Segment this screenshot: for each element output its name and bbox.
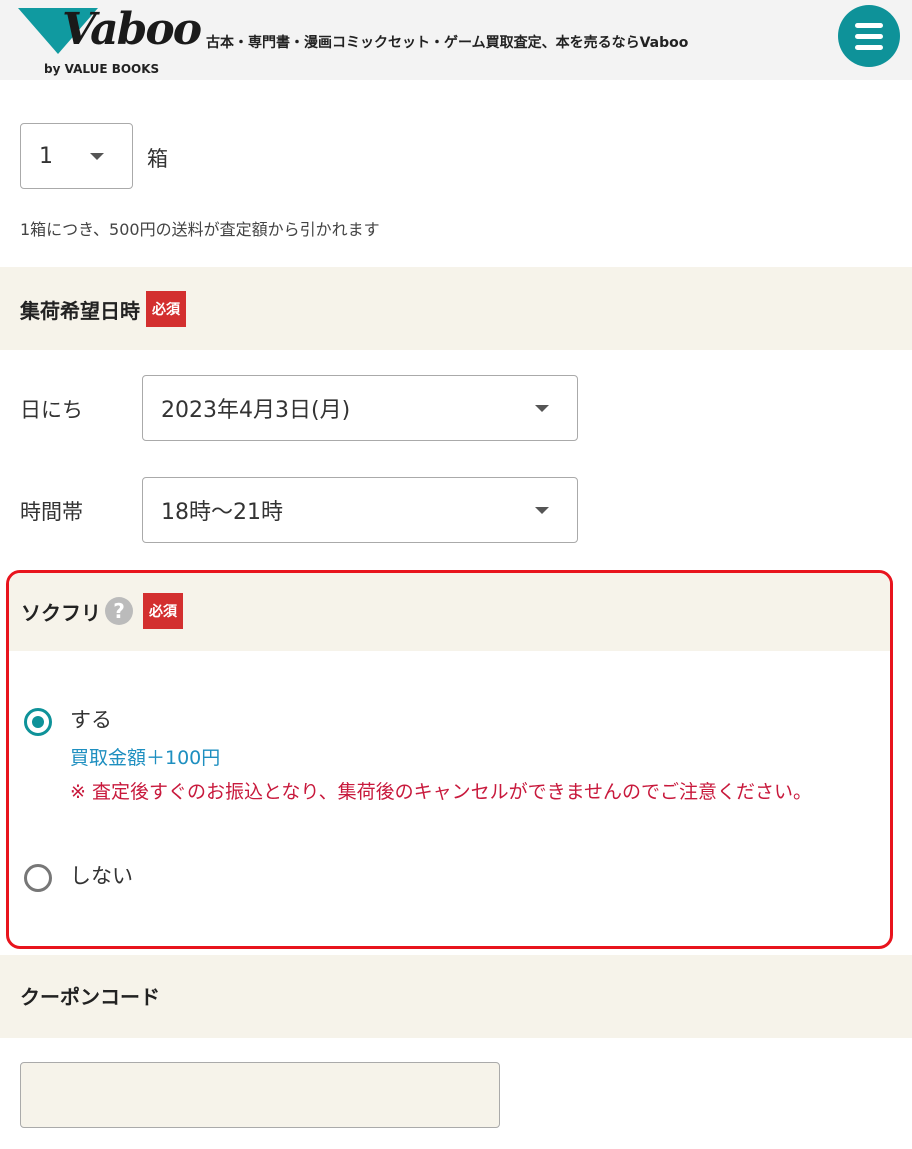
time-value: 18時〜21時 <box>161 500 283 525</box>
sokufuri-warning: ※ 査定後すぐのお振込となり、集荷後のキャンセルができませんのでご注意ください。 <box>70 781 813 803</box>
sokufuri-no-label[interactable]: しない <box>70 860 133 890</box>
hamburger-icon-line <box>855 45 883 50</box>
question-icon[interactable]: ? <box>105 597 133 625</box>
time-select[interactable]: 18時〜21時 <box>142 477 578 543</box>
sokufuri-bonus: 買取金額＋100円 <box>70 747 221 769</box>
coupon-section-header: クーポンコード <box>0 955 912 1038</box>
chevron-down-icon <box>90 153 104 160</box>
sokufuri-no-radio[interactable] <box>24 864 52 892</box>
logo-byline: by VALUE BOOKS <box>44 62 160 76</box>
tagline: 古本・専門書・漫画コミックセット・ゲーム買取査定、本を売るならVaboo <box>206 35 689 51</box>
box-unit: 箱 <box>147 147 168 171</box>
sokufuri-highlight: ソクフリ ? 必須 する 買取金額＋100円 ※ 査定後すぐのお振込となり、集荷… <box>6 570 893 949</box>
hamburger-icon-line <box>855 34 883 39</box>
hamburger-icon <box>855 23 883 28</box>
box-quantity-value: 1 <box>39 143 53 169</box>
date-label: 日にち <box>20 398 83 422</box>
required-badge: 必須 <box>143 593 183 629</box>
box-quantity-select[interactable]: 1 <box>20 123 133 189</box>
coupon-title: クーポンコード <box>20 985 160 1009</box>
chevron-down-icon <box>535 507 549 514</box>
shipping-note: 1箱につき、500円の送料が査定額から引かれます <box>20 220 380 239</box>
logo[interactable]: Vaboo <box>62 4 202 55</box>
menu-button[interactable] <box>838 5 900 67</box>
sokufuri-yes-label[interactable]: する <box>70 704 112 734</box>
site-header: Vaboo by VALUE BOOKS 古本・専門書・漫画コミックセット・ゲー… <box>0 0 912 80</box>
required-badge: 必須 <box>146 291 186 327</box>
pickup-title: 集荷希望日時 <box>20 298 140 323</box>
date-select[interactable]: 2023年4月3日(月) <box>142 375 578 441</box>
sokufuri-section-header: ソクフリ ? 必須 <box>9 573 890 651</box>
time-label: 時間帯 <box>20 500 83 524</box>
sokufuri-yes-radio[interactable] <box>24 708 52 736</box>
sokufuri-title: ソクフリ <box>21 600 101 625</box>
chevron-down-icon <box>535 405 549 412</box>
pickup-section-header: 集荷希望日時 必須 <box>0 267 912 350</box>
date-value: 2023年4月3日(月) <box>161 398 351 423</box>
coupon-input[interactable] <box>20 1062 500 1128</box>
